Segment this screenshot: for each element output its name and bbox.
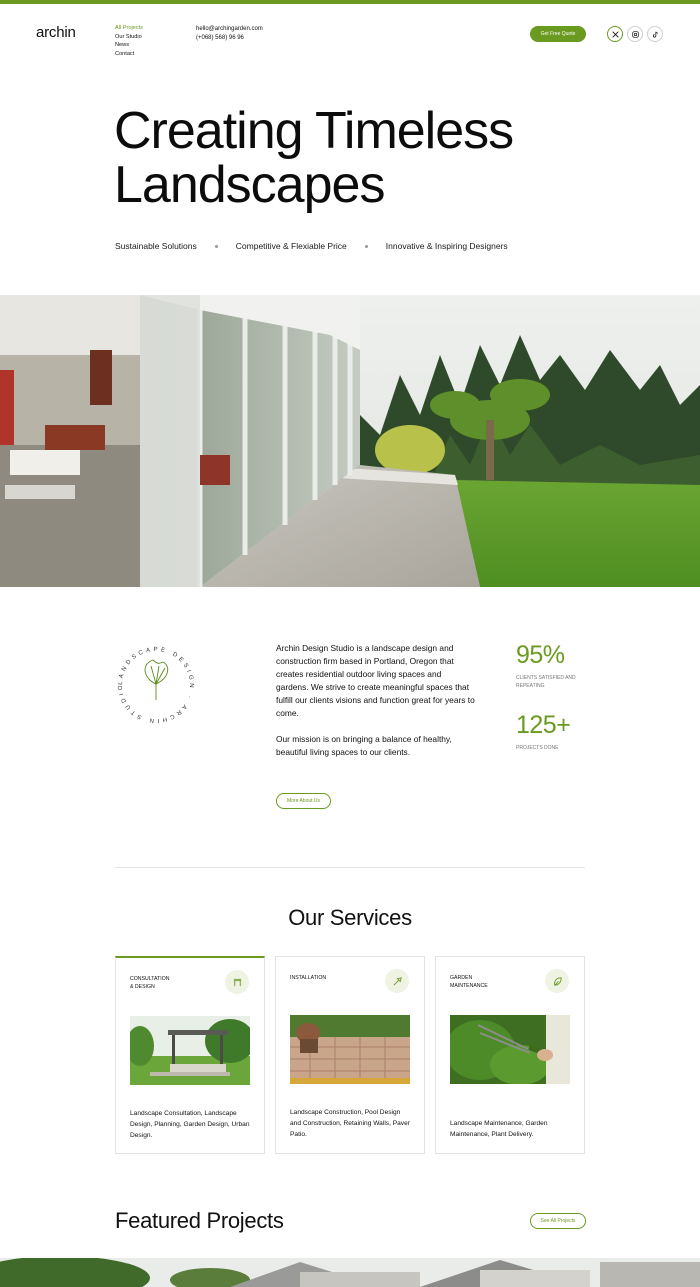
feature-list: Sustainable Solutions Competitive & Flex… [115,241,508,251]
about-paragraph: Archin Design Studio is a landscape desi… [276,643,475,718]
feature-item: Sustainable Solutions [115,241,197,251]
feature-item: Competitive & Flexiable Price [235,241,347,251]
stat-value: 95% [516,641,565,669]
studio-badge: LANDSCAPE DESIGN · ARCHIN STUDIO · [110,638,199,728]
service-card-title: CONSULTATION & DESIGN [130,976,170,990]
hero-title: Creating Timeless Landscapes [114,102,514,214]
service-card-title: INSTALLATION [290,975,327,981]
service-image [290,1015,410,1084]
get-free-quote-button[interactable]: Get Free Quote [530,26,586,42]
service-description: Landscape Construction, Pool Design and … [290,1109,410,1138]
service-image [130,1016,250,1085]
bullet-separator [214,244,218,248]
leaf-icon [545,969,569,993]
nav-item-our-studio[interactable]: Our Studio [115,33,143,42]
about-text: Archin Design Studio is a landscape desi… [276,642,476,759]
service-card-maintenance[interactable]: GARDEN MAINTENANCE Landscape Maintenance… [435,956,585,1154]
feature-item: Innovative & Inspiring Designers [385,241,508,251]
shovel-icon [385,969,409,993]
service-image [450,1015,570,1084]
contact-info: hello@archingarden.com (+068) 568) 96 96 [196,25,263,43]
see-all-projects-button[interactable]: See All Projects [530,1213,586,1229]
service-description: Landscape Maintenance, Garden Maintenanc… [450,1120,548,1138]
nav-item-all-projects[interactable]: All Projects [115,24,143,33]
top-accent-bar [0,0,700,4]
featured-projects-title: Featured Projects [115,1208,284,1233]
service-card-title: GARDEN MAINTENANCE [450,975,488,989]
ginkgo-leaf-icon [144,659,169,700]
section-divider [115,867,585,868]
service-card-consultation[interactable]: CONSULTATION & DESIGN Landscape Consulta… [115,956,265,1154]
hero-image [0,295,700,587]
logo[interactable]: archin [36,24,76,41]
hero-title-line2: Landscapes [114,156,385,214]
service-description: Landscape Consultation, Landscape Design… [130,1110,250,1139]
featured-project-image[interactable] [0,1258,700,1287]
bullet-separator [364,244,368,248]
social-links [607,26,663,42]
instagram-icon[interactable] [627,26,643,42]
service-card-installation[interactable]: INSTALLATION Landscape Construction, Poo… [275,956,425,1154]
stat-label: PROJECTS DONE [516,745,559,751]
nav-item-contact[interactable]: Contact [115,50,143,59]
nav-item-news[interactable]: News [115,41,143,50]
services-title: Our Services [288,905,412,930]
contact-phone[interactable]: (+068) 568) 96 96 [196,34,263,43]
x-icon[interactable] [607,26,623,42]
about-paragraph: Our mission is on bringing a balance of … [276,734,452,757]
pergola-icon [225,970,249,994]
stat-label: CLIENTS SATISFIED AND REPEATING [516,675,576,689]
tiktok-icon[interactable] [647,26,663,42]
more-about-us-button[interactable]: More About Us [276,793,331,809]
stat-clients: 95% CLIENTS SATISFIED AND REPEATING [516,642,586,690]
stat-projects: 125+ PROJECTS DONE [516,712,586,752]
contact-email[interactable]: hello@archingarden.com [196,25,263,34]
stat-value: 125+ [516,711,571,739]
hero-title-line1: Creating Timeless [114,102,514,160]
main-nav: All Projects Our Studio News Contact [115,24,143,58]
